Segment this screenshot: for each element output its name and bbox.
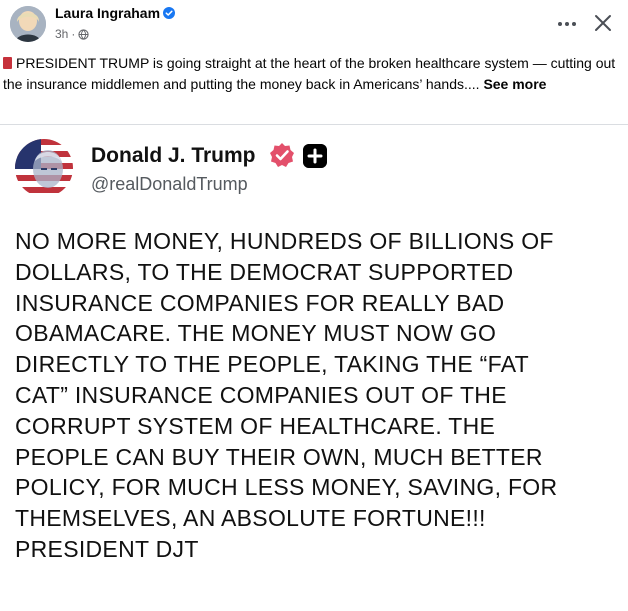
truth-social-post-image: Donald J. Trump @realDonaldTrump NO MORE…	[0, 125, 628, 611]
more-horizontal-icon	[558, 22, 576, 26]
globe-icon	[78, 28, 89, 40]
see-more-link[interactable]: See more	[483, 76, 546, 92]
close-icon[interactable]	[591, 11, 615, 35]
flag-portrait-avatar	[15, 139, 73, 197]
author-avatar[interactable]	[10, 6, 46, 42]
truth-author-handle: @realDonaldTrump	[91, 174, 248, 194]
meta-separator: ·	[71, 27, 76, 41]
post-meta: 3h ·	[55, 27, 89, 41]
book-emoji-icon	[3, 57, 12, 69]
truth-post-text: NO MORE MONEY, HUNDREDS OF BILLIONS OF D…	[15, 228, 558, 562]
post-caption: PRESIDENT TRUMP is going straight at the…	[3, 53, 623, 95]
verified-icon	[163, 7, 175, 19]
truth-avatar	[15, 139, 73, 197]
post-header: Laura Ingraham 3h ·	[0, 0, 628, 50]
post-time[interactable]: 3h	[55, 27, 68, 41]
avatar-portrait	[10, 6, 46, 42]
truth-author-name: Donald J. Trump	[91, 144, 256, 167]
author-name[interactable]: Laura Ingraham	[55, 5, 160, 21]
plus-badge-icon	[303, 144, 327, 168]
more-options-button[interactable]	[555, 14, 579, 34]
verified-icon	[270, 143, 294, 167]
